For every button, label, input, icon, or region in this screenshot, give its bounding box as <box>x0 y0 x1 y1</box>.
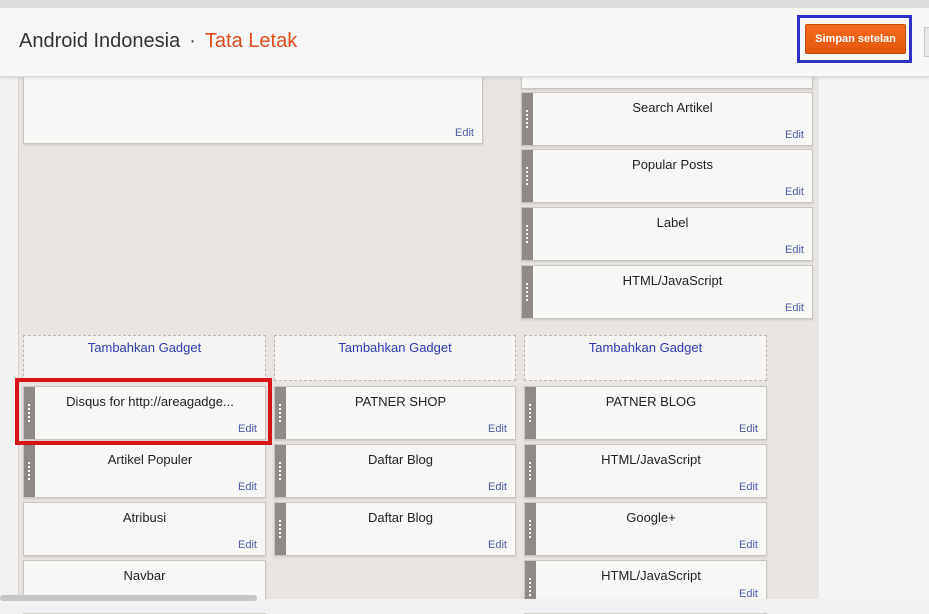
gadget-daftar-blog[interactable]: Daftar Blog Edit <box>274 502 516 556</box>
gadget-patner-shop[interactable]: PATNER SHOP Edit <box>274 386 516 440</box>
drag-handle[interactable] <box>525 387 536 439</box>
add-gadget-link[interactable]: Tambahkan Gadget <box>274 335 516 381</box>
bottom-band <box>0 599 929 613</box>
gadget-name: Daftar Blog <box>367 510 434 525</box>
gadget-artikel-populer[interactable]: Artikel Populer Edit <box>23 444 266 498</box>
save-button[interactable]: Simpan setelan <box>805 24 906 54</box>
gadget-name: HTML/JavaScript <box>622 273 723 288</box>
edit-link[interactable]: Edit <box>785 129 804 141</box>
edit-link[interactable]: Edit <box>455 127 474 139</box>
edit-link[interactable]: Edit <box>739 539 758 551</box>
edit-link[interactable]: Edit <box>785 244 804 256</box>
drag-handle[interactable] <box>522 93 533 145</box>
drag-handle[interactable] <box>522 208 533 260</box>
gadget-name: Popular Posts <box>632 157 713 172</box>
drag-handle[interactable] <box>24 445 35 497</box>
gadget-name: HTML/JavaScript <box>601 452 701 467</box>
gadget-label[interactable]: Label Edit <box>521 207 813 261</box>
gadget-html-javascript[interactable]: HTML/JavaScript Edit <box>521 265 813 319</box>
gadget-html-javascript[interactable]: HTML/JavaScript Edit <box>524 444 767 498</box>
edit-link[interactable]: Edit <box>785 186 804 198</box>
add-gadget-link[interactable]: Tambahkan Gadget <box>23 335 266 381</box>
horizontal-scrollbar[interactable] <box>0 595 257 601</box>
gadget-patner-blog[interactable]: PATNER BLOG Edit <box>524 386 767 440</box>
drag-handle[interactable] <box>275 503 286 555</box>
gadget-popular-posts[interactable]: Popular Posts Edit <box>521 149 813 203</box>
gadget-name: Artikel Populer <box>107 452 193 467</box>
title-separator: · <box>189 30 196 52</box>
gadget-name: Daftar Blog <box>367 452 434 467</box>
edit-link[interactable]: Edit <box>488 481 507 493</box>
drag-handle[interactable] <box>522 150 533 202</box>
gadget-name: PATNER BLOG <box>605 394 697 409</box>
secondary-header-button[interactable] <box>924 27 929 57</box>
drag-handle[interactable] <box>275 445 286 497</box>
top-strip <box>0 0 929 8</box>
gadget-name: HTML/JavaScript <box>601 568 701 583</box>
edit-link[interactable]: Edit <box>488 423 507 435</box>
edit-link[interactable]: Edit <box>488 539 507 551</box>
gadget-name: Google+ <box>626 510 676 525</box>
gadget-name: Atribusi <box>122 510 167 525</box>
edit-link[interactable]: Edit <box>238 539 257 551</box>
drag-handle[interactable] <box>525 445 536 497</box>
save-button-highlight: Simpan setelan <box>797 15 912 63</box>
gadget-name: Navbar <box>123 568 166 583</box>
disqus-highlight-box <box>15 378 272 445</box>
edit-link[interactable]: Edit <box>739 481 758 493</box>
add-gadget-link[interactable]: Tambahkan Gadget <box>524 335 767 381</box>
blog-name[interactable]: Android Indonesia <box>19 30 180 52</box>
gadget-search-artikel[interactable]: Search Artikel Edit <box>521 92 813 146</box>
gadget-name: PATNER SHOP <box>354 394 447 409</box>
edit-link[interactable]: Edit <box>238 481 257 493</box>
drag-handle[interactable] <box>525 503 536 555</box>
drag-handle[interactable] <box>522 266 533 318</box>
gadget-daftar-blog[interactable]: Daftar Blog Edit <box>274 444 516 498</box>
gadget-name: Search Artikel <box>632 100 713 115</box>
gadget-google-plus[interactable]: Google+ Edit <box>524 502 767 556</box>
right-margin <box>819 76 929 613</box>
gadget-atribusi[interactable]: Atribusi Edit <box>23 502 266 556</box>
page-title: Android Indonesia · Tata Letak <box>19 30 297 53</box>
page-name: Tata Letak <box>204 30 298 52</box>
drag-handle[interactable] <box>275 387 286 439</box>
edit-link[interactable]: Edit <box>785 302 804 314</box>
gadget-name: Label <box>656 215 689 230</box>
layout-header: Android Indonesia · Tata Letak Simpan sete… <box>0 8 929 77</box>
edit-link[interactable]: Edit <box>739 423 758 435</box>
